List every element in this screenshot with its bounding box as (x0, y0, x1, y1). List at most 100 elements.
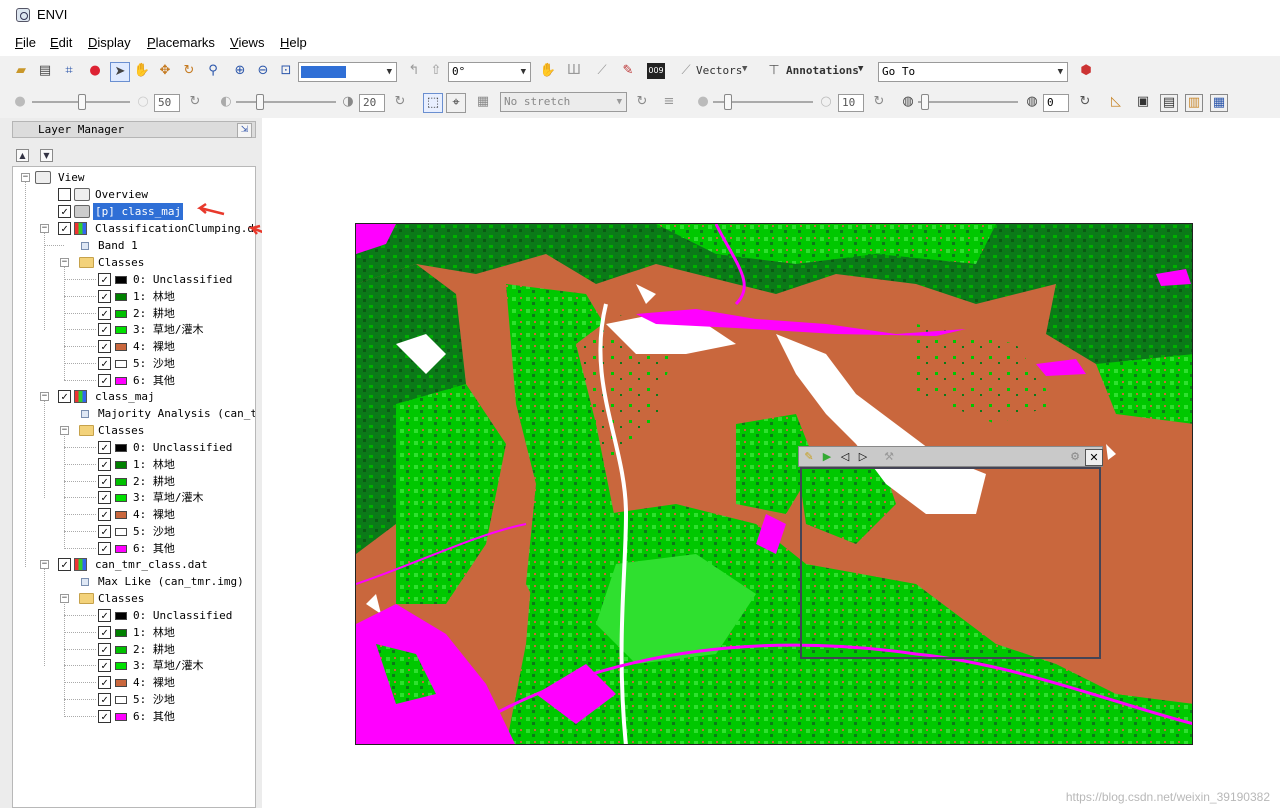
class-checkbox[interactable]: ✓ (98, 457, 111, 471)
pencil-icon[interactable]: ✎ (801, 449, 817, 464)
class-row[interactable]: ✓ 4: 裸地 (13, 338, 253, 355)
class-row[interactable]: ✓ 5: 沙地 (13, 355, 253, 372)
class-checkbox[interactable]: ✓ (98, 373, 111, 387)
histogram-icon[interactable]: ≡ (661, 94, 677, 110)
collapse-icon[interactable]: − (60, 426, 69, 435)
annotations-icon[interactable]: ⊤ (766, 63, 782, 79)
pixel-value-icon[interactable]: 009 (647, 63, 665, 79)
swipe-icon[interactable]: ▤ (1160, 94, 1178, 112)
tree-band-row[interactable]: Max Like (can_tmr.img) (13, 573, 253, 590)
crosshair-hand-icon[interactable]: ✋ (540, 63, 556, 79)
class-row[interactable]: ✓ 6: 其他 (13, 708, 253, 725)
vectors-icon[interactable]: ⟋ (678, 63, 694, 79)
collapse-all-icon[interactable]: ▲ (16, 149, 29, 162)
rotation-combo[interactable]: 0° ▼ (448, 62, 531, 82)
flicker-icon[interactable]: ▥ (1185, 94, 1203, 112)
class-checkbox[interactable]: ✓ (98, 709, 111, 723)
layer-checkbox[interactable]: ✓ (58, 558, 71, 571)
class-row[interactable]: ✓ 0: Unclassified (13, 271, 253, 288)
class-checkbox[interactable]: ✓ (98, 441, 111, 454)
fly-icon[interactable]: ✥ (157, 63, 173, 79)
overview-checkbox[interactable] (58, 188, 71, 201)
tree-classes-row[interactable]: − Classes (13, 590, 253, 607)
class-checkbox[interactable]: ✓ (98, 659, 111, 673)
class-row[interactable]: ✓ 6: 其他 (13, 540, 253, 557)
zoom-icon[interactable]: ⚲ (205, 63, 221, 79)
tree-classes-row[interactable]: − Classes (13, 422, 253, 439)
full-extent-icon[interactable]: ⬚ (423, 93, 443, 113)
dock-icon[interactable]: ⇲ (237, 123, 252, 138)
sharpen-value[interactable]: 10 (838, 94, 864, 112)
collapse-icon[interactable]: − (40, 560, 49, 569)
zoom-combo[interactable]: ▼ (298, 62, 397, 82)
class-row[interactable]: ✓ 0: Unclassified (13, 607, 253, 624)
tree-layer-row[interactable]: − ✓ can_tmr_class.dat (13, 556, 253, 573)
step-back-icon[interactable]: ◁ (837, 449, 853, 464)
sharpen-slider-thumb[interactable] (724, 94, 732, 110)
overview-extent-frame[interactable] (800, 467, 1101, 659)
menu-help[interactable]: Help (280, 35, 307, 50)
ruler-icon[interactable]: ◺ (1108, 94, 1124, 110)
class-row[interactable]: ✓ 0: Unclassified (13, 439, 253, 456)
wrench-icon[interactable]: ⚒ (881, 449, 897, 464)
class-checkbox[interactable]: ✓ (98, 693, 111, 706)
class-row[interactable]: ✓ 2: 耕地 (13, 473, 253, 490)
contrast-slider-track[interactable] (236, 101, 336, 103)
class-row[interactable]: ✓ 2: 耕地 (13, 305, 253, 322)
class-checkbox[interactable]: ✓ (98, 273, 111, 286)
tree-classes-row[interactable]: − Classes (13, 254, 253, 271)
class-checkbox[interactable]: ✓ (98, 642, 111, 656)
chip-view-icon[interactable]: ▣ (1135, 94, 1151, 110)
refresh-stretch-icon[interactable]: ↻ (634, 94, 650, 110)
clipboard-icon[interactable]: ▤ (37, 63, 53, 79)
menu-placemarks[interactable]: Placemarks (147, 35, 215, 50)
class-checkbox[interactable]: ✓ (98, 541, 111, 555)
menu-views[interactable]: Views (230, 35, 264, 50)
stretch-icon[interactable]: ▦ (475, 94, 491, 110)
contrast-slider-thumb[interactable] (256, 94, 264, 110)
profile-icon[interactable]: ⟋ (594, 63, 610, 79)
north-up-icon[interactable]: ⇧ (428, 63, 444, 79)
layer-checkbox[interactable]: ✓ (58, 222, 71, 235)
class-checkbox[interactable]: ✓ (98, 306, 111, 320)
class-row[interactable]: ✓ 1: 林地 (13, 624, 253, 641)
step-forward-icon[interactable]: ▷ (855, 449, 871, 464)
class-row[interactable]: ✓ 4: 裸地 (13, 674, 253, 691)
blend-icon[interactable]: ▦ (1210, 94, 1228, 112)
transparency-value[interactable]: 0 (1043, 94, 1069, 112)
menu-display[interactable]: Display (88, 35, 131, 50)
annotations-dropdown[interactable]: Annotations (786, 64, 859, 77)
class-checkbox[interactable]: ✓ (98, 323, 111, 337)
class-row[interactable]: ✓ 3: 草地/灌木 (13, 321, 253, 338)
contrast-value[interactable]: 20 (359, 94, 385, 112)
reset-brightness-icon[interactable]: ↻ (187, 94, 203, 110)
class-checkbox[interactable]: ✓ (98, 525, 111, 538)
pan-hand-icon[interactable]: ✋ (134, 63, 150, 79)
crosshair-icon[interactable]: ⌖ (446, 93, 466, 113)
class-row[interactable]: ✓ 4: 裸地 (13, 506, 253, 523)
brightness-slider-thumb[interactable] (78, 94, 86, 110)
class-checkbox[interactable]: ✓ (98, 340, 111, 354)
collapse-icon[interactable]: − (40, 224, 49, 233)
class-checkbox[interactable]: ✓ (98, 289, 111, 303)
placemark-pin-icon[interactable]: ● (87, 63, 103, 79)
transparency-slider-track[interactable] (918, 101, 1018, 103)
goto-execute-icon[interactable]: ⬢ (1078, 63, 1094, 79)
expand-all-icon[interactable]: ▼ (40, 149, 53, 162)
tree-view-row[interactable]: − View (13, 169, 253, 186)
class-row[interactable]: ✓ 1: 林地 (13, 288, 253, 305)
close-icon[interactable]: ✕ (1085, 449, 1103, 466)
class-row[interactable]: ✓ 2: 耕地 (13, 641, 253, 658)
class-checkbox[interactable]: ✓ (98, 676, 111, 690)
menu-file[interactable]: File (15, 35, 36, 50)
transparency-slider-thumb[interactable] (921, 94, 929, 110)
class-row[interactable]: ✓ 3: 草地/灌木 (13, 657, 253, 674)
portal-layer-checkbox[interactable]: ✓ (58, 205, 71, 218)
goto-combo[interactable]: Go To ▼ (878, 62, 1068, 82)
menu-edit[interactable]: Edit (50, 35, 72, 50)
class-row[interactable]: ✓ 1: 林地 (13, 456, 253, 473)
overview-window[interactable]: ✎ ▶ ◁ ▷ ⚒ ⚙ ✕ (798, 446, 1103, 660)
open-file-icon[interactable]: ▰ (13, 63, 29, 79)
collapse-icon[interactable]: − (60, 594, 69, 603)
class-checkbox[interactable]: ✓ (98, 357, 111, 370)
